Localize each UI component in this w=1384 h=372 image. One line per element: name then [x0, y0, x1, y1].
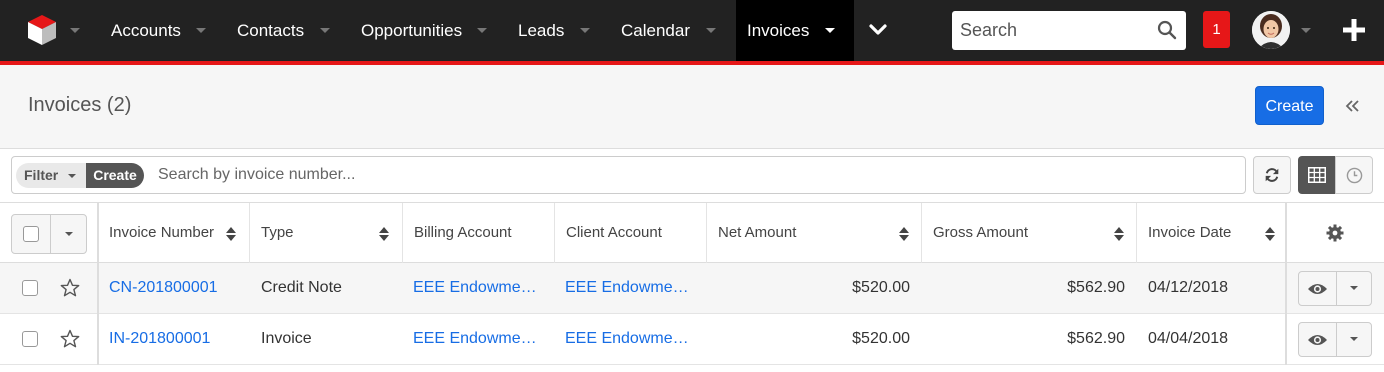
plus-icon[interactable] [1343, 19, 1365, 41]
eye-icon[interactable] [1307, 332, 1328, 348]
gear-icon[interactable] [1326, 224, 1344, 242]
refresh-icon [1265, 168, 1279, 182]
invoice-date: 04/12/2018 [1148, 279, 1229, 296]
column-label: Type [261, 224, 294, 241]
bulk-select-dropdown[interactable] [11, 214, 87, 254]
nav-label: Invoices [747, 21, 810, 40]
column-header-client-account[interactable]: Client Account [555, 203, 707, 263]
cube-logo-icon[interactable] [27, 14, 57, 46]
client-account-link[interactable]: EEE Endowme… [565, 314, 700, 364]
column-header-invoice-date[interactable]: Invoice Date [1137, 203, 1285, 263]
eye-icon[interactable] [1307, 281, 1328, 297]
nav-caret-invoices[interactable] [825, 28, 835, 33]
nav-item-opportunities[interactable]: Opportunities [361, 0, 462, 61]
invoice-date: 04/04/2018 [1148, 330, 1229, 347]
avatar[interactable] [1252, 11, 1290, 49]
global-search-input[interactable] [960, 17, 1150, 43]
nav-label: Accounts [111, 21, 181, 40]
nav-item-contacts[interactable]: Contacts [237, 0, 304, 61]
nav-label: Leads [518, 21, 565, 40]
net-amount: $520.00 [852, 279, 910, 296]
column-label: Client Account [566, 224, 662, 241]
create-button[interactable]: Create [1255, 86, 1324, 125]
table-row[interactable]: IN-201800001 Invoice EEE Endowme… EEE En… [0, 314, 1384, 365]
column-header-invoice-number[interactable]: Invoice Number [98, 203, 250, 263]
invoice-type: Credit Note [261, 279, 342, 296]
nav-item-leads[interactable]: Leads [518, 0, 564, 61]
column-label: Gross Amount [933, 224, 1029, 241]
billing-account-link[interactable]: EEE Endowme… [413, 263, 548, 313]
filter-create-button[interactable]: Create [86, 163, 144, 188]
search-icon[interactable] [1157, 20, 1177, 40]
logo-menu-caret[interactable] [70, 28, 80, 33]
row-checkbox[interactable] [22, 280, 38, 296]
nav-label: Opportunities [361, 21, 463, 40]
notification-badge[interactable]: 1 [1203, 11, 1230, 48]
user-menu-caret[interactable] [1301, 28, 1311, 33]
sort-icon[interactable] [379, 227, 389, 241]
column-header-type[interactable]: Type [250, 203, 403, 263]
divider [1336, 323, 1337, 356]
column-label: Net Amount [718, 224, 797, 241]
client-account-link[interactable]: EEE Endowme… [565, 263, 700, 313]
invoice-number-link[interactable]: IN-201800001 [109, 314, 249, 364]
divider [50, 215, 51, 253]
clock-icon [1346, 167, 1363, 184]
billing-account-link[interactable]: EEE Endowme… [413, 314, 548, 364]
row-actions [1298, 322, 1372, 357]
row-actions [1298, 271, 1372, 306]
invoice-number-link[interactable]: CN-201800001 [109, 263, 249, 313]
nav-caret-leads[interactable] [580, 28, 590, 33]
column-label: Invoice Number [109, 224, 215, 241]
nav-label: Contacts [237, 21, 305, 40]
star-icon[interactable] [60, 329, 80, 349]
row-actions-caret-icon[interactable] [1350, 286, 1358, 290]
nav-item-calendar[interactable]: Calendar [621, 0, 690, 61]
double-chevron-left-icon[interactable] [1344, 98, 1360, 114]
column-header-billing-account[interactable]: Billing Account [403, 203, 555, 263]
divider [1336, 272, 1337, 305]
nav-caret-calendar[interactable] [706, 28, 716, 33]
list-view-button[interactable] [1298, 156, 1336, 194]
net-amount: $520.00 [852, 330, 910, 347]
refresh-button[interactable] [1253, 156, 1291, 194]
table-header: Invoice Number Type Billing Account Clie… [0, 202, 1384, 263]
filter-dropdown[interactable]: Filter [16, 163, 86, 188]
column-header-gross-amount[interactable]: Gross Amount [922, 203, 1137, 263]
row-actions-caret-icon[interactable] [1350, 337, 1358, 341]
nav-item-accounts[interactable]: Accounts [111, 0, 181, 61]
page-header [0, 65, 1384, 149]
actions-column-divider [1285, 202, 1287, 365]
sort-icon[interactable] [899, 227, 909, 241]
filter-caret-icon [68, 174, 76, 178]
sort-icon[interactable] [226, 227, 236, 241]
gross-amount: $562.90 [1067, 279, 1125, 296]
gross-amount: $562.90 [1067, 330, 1125, 347]
global-search [952, 11, 1186, 50]
nav-caret-contacts[interactable] [320, 28, 330, 33]
sort-icon[interactable] [1265, 227, 1275, 241]
nav-caret-opportunities[interactable] [477, 28, 487, 33]
select-all-checkbox[interactable] [23, 226, 39, 242]
star-icon[interactable] [60, 278, 80, 298]
chevron-down-icon[interactable] [868, 22, 888, 38]
nav-item-invoices[interactable]: Invoices [747, 0, 809, 61]
sort-icon[interactable] [1114, 227, 1124, 241]
activity-view-button[interactable] [1335, 156, 1373, 194]
column-header-net-amount[interactable]: Net Amount [707, 203, 922, 263]
invoice-search-input[interactable] [158, 162, 1228, 188]
notification-count: 1 [1212, 21, 1221, 38]
bulk-actions-caret-icon[interactable] [65, 232, 73, 236]
column-label: Invoice Date [1148, 224, 1232, 241]
nav-label: Calendar [621, 21, 690, 40]
grid-icon [1308, 167, 1326, 183]
frozen-column-divider [97, 202, 99, 365]
row-checkbox[interactable] [22, 331, 38, 347]
invoice-type: Invoice [261, 330, 312, 347]
filter-label: Filter [24, 167, 59, 183]
table-row[interactable]: CN-201800001 Credit Note EEE Endowme… EE… [0, 263, 1384, 314]
column-label: Billing Account [414, 224, 512, 241]
nav-caret-accounts[interactable] [196, 28, 206, 33]
page-title: Invoices (2) [28, 94, 132, 116]
